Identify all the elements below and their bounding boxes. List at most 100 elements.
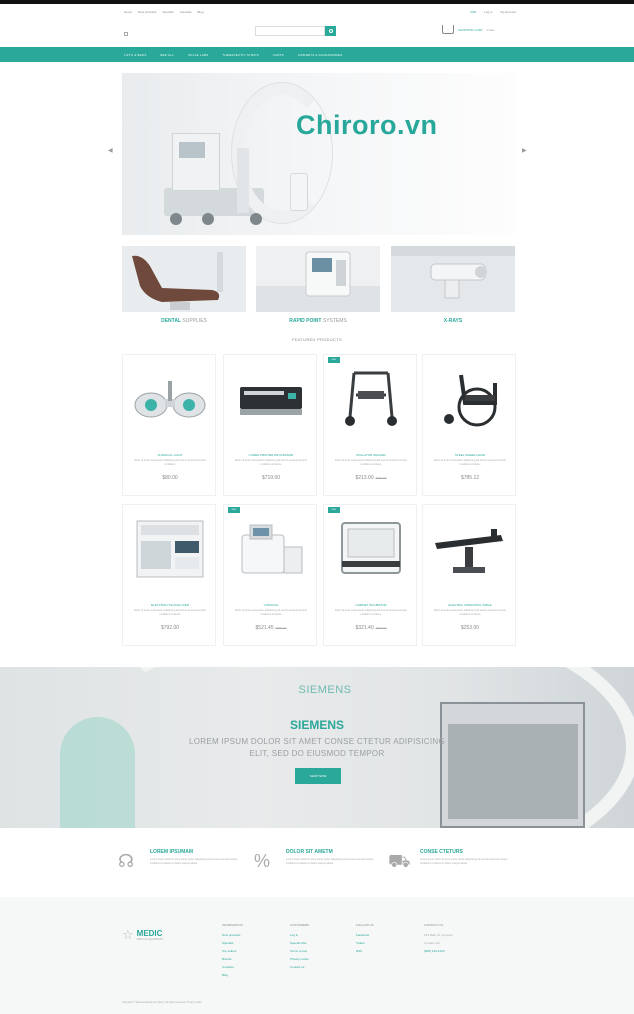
category-rapid-point[interactable]: RAPID POINT SYSTEMS <box>256 246 380 324</box>
top-link[interactable]: Blog <box>198 10 204 14</box>
product-name[interactable]: CONSOLE <box>228 603 314 607</box>
product-price: $321.40 $400.00 <box>355 625 387 631</box>
footer-link[interactable]: Special offer <box>290 939 309 947</box>
xray-unit-image <box>172 133 220 191</box>
footer-link[interactable]: RSS <box>356 947 374 955</box>
footer-link[interactable]: Terms of use <box>290 947 309 955</box>
product-name[interactable]: CURED PRINTER PROCESSOR <box>228 453 314 457</box>
category-label: X-RAYS <box>443 318 463 324</box>
product-desc: Dolor sit amet consectetur adipisicing e… <box>133 459 207 466</box>
console-image <box>232 517 310 579</box>
category-xrays[interactable]: X-RAYS <box>391 246 515 324</box>
product-name[interactable]: STEEL WHEELCHAIR <box>427 453 513 457</box>
truck-icon: ⛟ <box>388 851 411 871</box>
top-link[interactable]: Specials <box>162 10 173 14</box>
new-badge: NEW <box>228 507 240 513</box>
operating-table-image <box>431 517 509 579</box>
nav-item[interactable]: SCALE LABS <box>188 53 208 57</box>
product-desc: Dolor sit amet consectetur adipisicing e… <box>334 609 408 616</box>
product-desc: Dolor sit amet consectetur adipisicing e… <box>433 459 507 466</box>
new-badge: NEW <box>328 507 340 513</box>
headset-icon: ☊ <box>118 851 134 871</box>
logo-star-icon: ☆ <box>122 927 134 942</box>
product-card[interactable]: NEW CONSOLE Dolor sit amet consectetur a… <box>223 504 317 646</box>
feature-title: DOLOR SIT AMETM <box>286 849 333 855</box>
category-tiles: DENTAL SUPPLIES RAPID POINT SYSTEMS X-RA… <box>122 246 516 324</box>
footer-link[interactable]: New products <box>222 931 243 939</box>
product-price: $785.12 <box>460 475 480 481</box>
footer-link[interactable]: Contact us <box>290 963 309 971</box>
nav-item[interactable]: LIFTS & BEDS <box>124 53 146 57</box>
top-link[interactable]: Contacts <box>180 10 192 14</box>
product-card[interactable]: STEEL WHEELCHAIR Dolor sit amet consecte… <box>422 354 516 496</box>
features-row: ☊ LOREM IPSUMAM Lorem ipsum dolor sit am… <box>118 846 518 886</box>
search-input[interactable] <box>255 26 325 36</box>
footer-link[interactable]: Specials <box>222 939 243 947</box>
product-card[interactable]: SURGICAL LIGHT Dolor sit amet consectetu… <box>122 354 216 496</box>
product-card[interactable]: NEW CABINET INCUBATOR Dolor sit amet con… <box>323 504 417 646</box>
footer-link[interactable]: Log in <box>290 931 309 939</box>
footer-logo[interactable]: ☆ MEDIC MEDICAL EQUIPMENT <box>122 927 163 943</box>
nav-item[interactable]: THERAPEUTIC STRIPS <box>222 53 258 57</box>
banner-text: LOREM IPSUM DOLOR SIT AMET CONSE CTETUR … <box>189 737 445 746</box>
shopping-cart[interactable]: SHOPPING CART 0 item <box>442 25 495 34</box>
currency-select[interactable]: USD <box>470 10 476 14</box>
hero-slider[interactable] <box>122 73 516 235</box>
product-price: $80.00 <box>162 475 178 481</box>
top-link[interactable]: Home <box>124 10 132 14</box>
surgical-light-image <box>131 367 209 429</box>
search-button[interactable] <box>325 26 336 36</box>
product-desc: Dolor sit amet consectetur adipisicing e… <box>234 459 308 466</box>
product-desc: Dolor sit amet consectetur adipisicing e… <box>234 609 308 616</box>
category-label: RAPID POINT <box>289 318 322 324</box>
footer-link[interactable]: Contacts <box>222 963 243 971</box>
search-bar <box>255 26 336 36</box>
product-name[interactable]: CABINET INCUBATOR <box>328 603 414 607</box>
footer-link[interactable]: Privacy notice <box>290 955 309 963</box>
header-logo[interactable] <box>124 32 128 36</box>
slider-next-icon[interactable]: ▶ <box>522 147 527 154</box>
footer-link[interactable]: Twitter <box>356 939 374 947</box>
my-account-link[interactable]: My Account <box>500 10 516 14</box>
nav-item[interactable]: CARTS <box>273 53 284 57</box>
watermark: Chiroro.vn <box>296 110 438 140</box>
footer-link[interactable]: Top sellers <box>222 947 243 955</box>
product-card[interactable]: NEW ROLLATOR WALKER Dolor sit amet conse… <box>323 354 417 496</box>
category-label: DENTAL <box>161 318 182 324</box>
product-card[interactable]: ELECTROLYTE ANALYZER Dolor sit amet cons… <box>122 504 216 646</box>
feature-title: LOREM IPSUMAM <box>150 849 194 855</box>
product-name[interactable]: ELECTROLYTE ANALYZER <box>127 603 213 607</box>
product-name[interactable]: SURGICAL LIGHT <box>127 453 213 457</box>
promo-banner: SIEMENS SIEMENS LOREM IPSUM DOLOR SIT AM… <box>0 667 634 828</box>
feature-title: CONSE CTETURS <box>420 849 463 855</box>
banner-heading: SIEMENS <box>289 718 344 732</box>
product-name[interactable]: ELECTRIC OPERATING TABLE <box>427 603 513 607</box>
phone-number[interactable]: (800) 123-1234 <box>424 947 453 955</box>
product-price: $792.00 <box>160 625 180 631</box>
wheelchair-image <box>431 367 509 429</box>
cart-label: SHOPPING CART <box>458 27 483 32</box>
footer-link[interactable]: Brands <box>222 955 243 963</box>
login-link[interactable]: Log in <box>484 10 492 14</box>
footer-link[interactable]: Blog <box>222 971 243 979</box>
product-card[interactable]: CURED PRINTER PROCESSOR Dolor sit amet c… <box>223 354 317 496</box>
copyright: Copyright © Medical Equipment Store. All… <box>122 1001 203 1004</box>
incubator-image <box>332 517 410 579</box>
slider-prev-icon[interactable]: ◀ <box>108 147 113 154</box>
search-icon <box>328 29 333 33</box>
feature-desc: Lorem ipsum dolor sit amet conse ctetur … <box>150 858 238 865</box>
nav-item[interactable]: BED ALL <box>160 53 174 57</box>
walker-image <box>332 367 410 429</box>
cart-count: 0 item <box>486 27 495 32</box>
product-price: $719.00 <box>261 475 281 481</box>
main-nav: LIFTS & BEDS BED ALL SCALE LABS THERAPEU… <box>0 47 634 62</box>
product-name[interactable]: ROLLATOR WALKER <box>328 453 414 457</box>
product-card[interactable]: ELECTRIC OPERATING TABLE Dolor sit amet … <box>422 504 516 646</box>
footer: ☆ MEDIC MEDICAL EQUIPMENT INFORMATION Ne… <box>0 897 634 1014</box>
nav-item[interactable]: CABINETS & ACCESSORIES <box>298 53 343 57</box>
product-price: $253.00 <box>460 625 480 631</box>
category-dental[interactable]: DENTAL SUPPLIES <box>122 246 246 324</box>
shop-now-button[interactable]: SHOP NOW <box>295 768 341 784</box>
footer-link[interactable]: Facebook <box>356 931 374 939</box>
top-link[interactable]: New products <box>138 10 156 14</box>
